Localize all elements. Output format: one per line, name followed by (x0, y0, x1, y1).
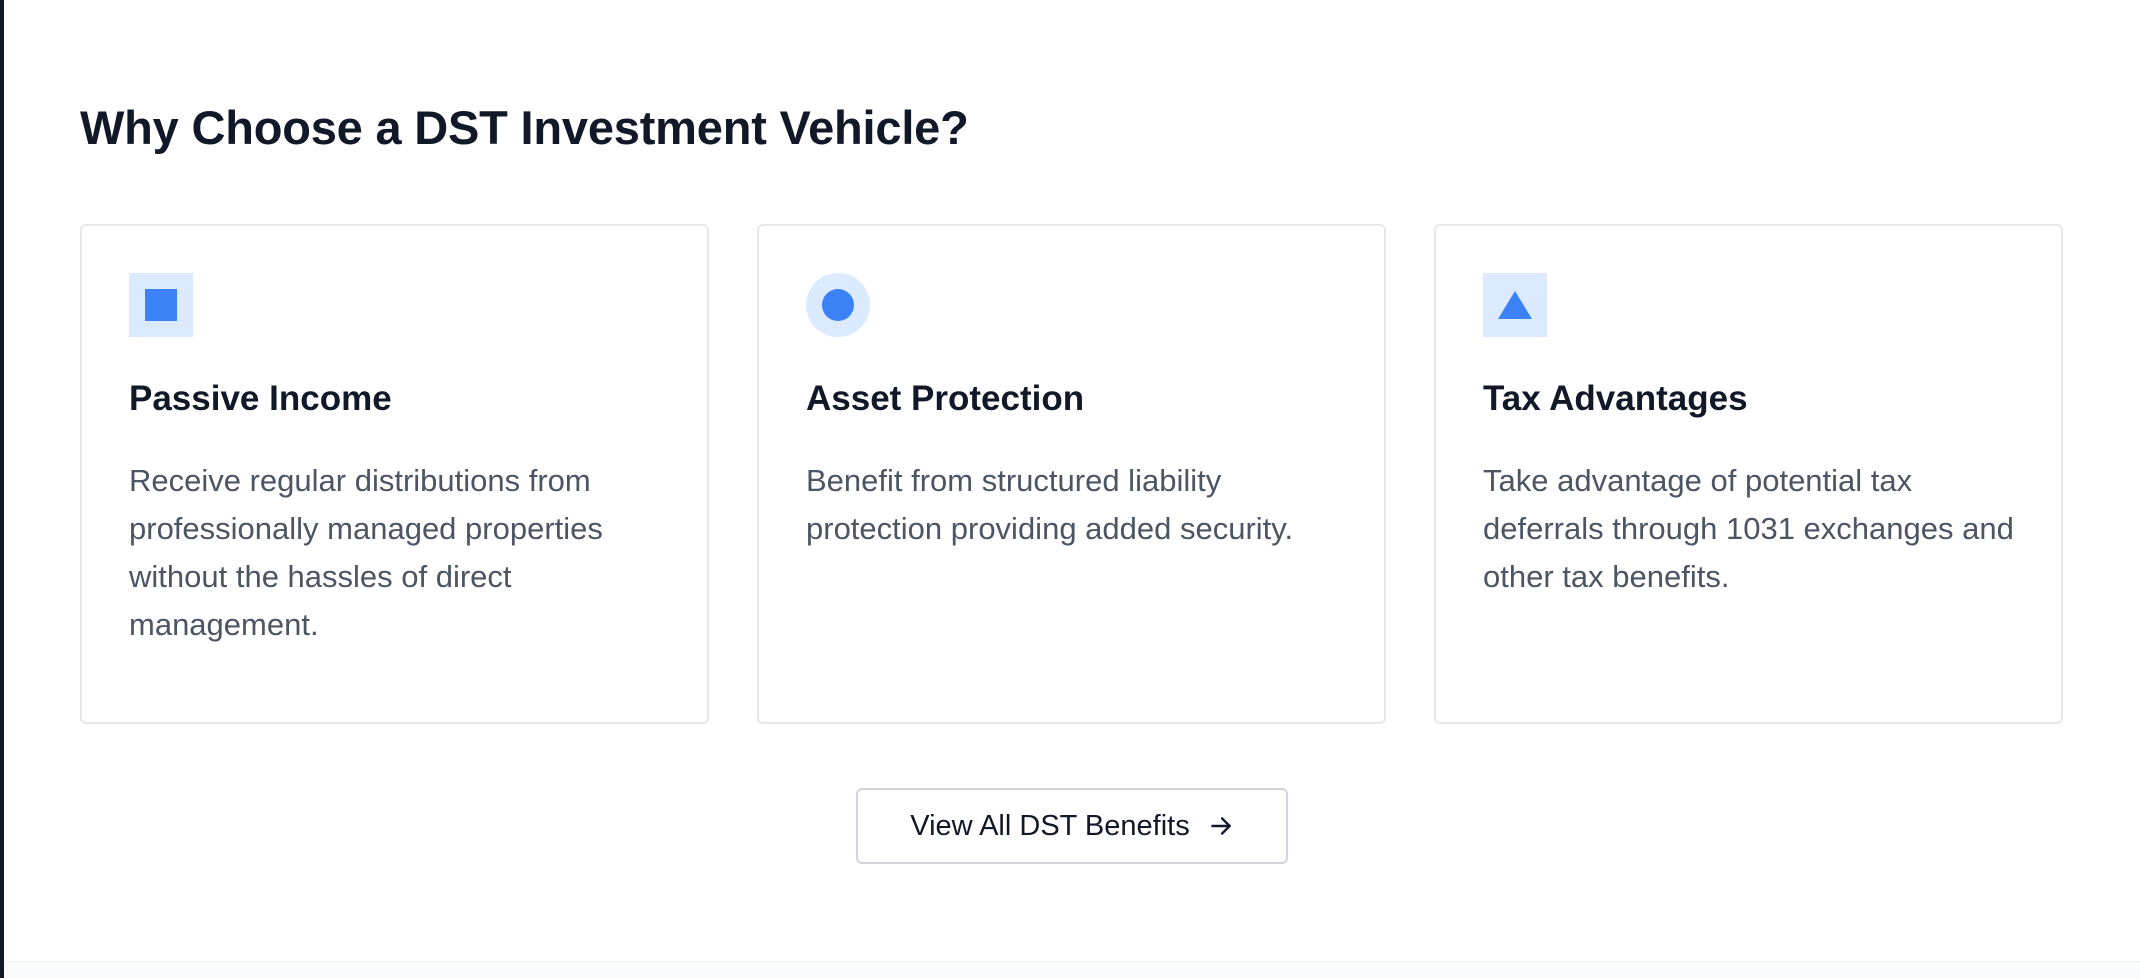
card-title: Tax Advantages (1483, 379, 1748, 418)
next-section-edge (4, 961, 2140, 978)
triangle-icon (1483, 273, 1547, 337)
card-description: Benefit from structured liability protec… (806, 463, 1294, 546)
circle-icon (806, 273, 870, 337)
card-tax-advantages: Tax Advantages Take advantage of potenti… (1434, 224, 2063, 724)
left-edge-bar (0, 0, 4, 978)
button-label: View All DST Benefits (910, 809, 1190, 842)
card-description: Receive regular distributions from profe… (129, 463, 603, 642)
benefits-section: Why Choose a DST Investment Vehicle? Pas… (80, 96, 2064, 724)
card-asset-protection: Asset Protection Benefit from structured… (757, 224, 1386, 724)
card-description: Take advantage of potential tax deferral… (1483, 463, 2014, 594)
card-passive-income: Passive Income Receive regular distribut… (80, 224, 709, 724)
section-title: Why Choose a DST Investment Vehicle? (80, 101, 969, 154)
benefit-cards: Passive Income Receive regular distribut… (80, 224, 2063, 724)
page: Why Choose a DST Investment Vehicle? Pas… (0, 0, 2140, 978)
arrow-right-icon (1208, 813, 1234, 839)
square-icon (129, 273, 193, 337)
view-all-benefits-button[interactable]: View All DST Benefits (856, 788, 1288, 864)
card-title: Passive Income (129, 379, 392, 418)
card-title: Asset Protection (806, 379, 1085, 418)
